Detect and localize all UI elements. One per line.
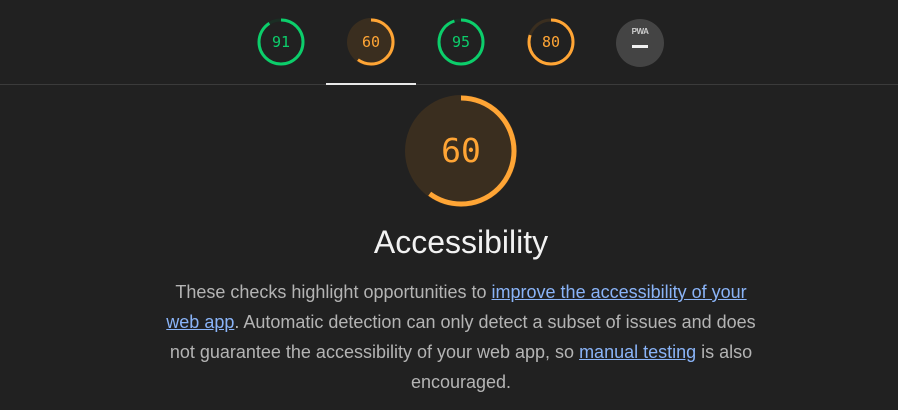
gauge-tab-best-practices[interactable]: 95 bbox=[416, 0, 506, 84]
category-score: 60 bbox=[441, 131, 481, 170]
gauge-score: 60 bbox=[361, 33, 381, 51]
description-text: These checks highlight opportunities to bbox=[175, 282, 492, 302]
gauge-tab-performance[interactable]: 91 bbox=[236, 0, 326, 84]
gauge-score: 80 bbox=[541, 33, 561, 51]
pwa-badge-icon[interactable]: PWA bbox=[616, 19, 664, 67]
category-gauge: 60 bbox=[404, 94, 518, 208]
gauge-tab-seo[interactable]: 80 bbox=[506, 0, 596, 84]
category-description: These checks highlight opportunities to … bbox=[160, 277, 762, 397]
gauge-score: 95 bbox=[451, 33, 471, 51]
gauge-tab-accessibility[interactable]: 60 bbox=[326, 0, 416, 84]
active-tab-indicator bbox=[326, 83, 416, 85]
pwa-label: PWA bbox=[631, 27, 649, 36]
category-score-tabs: 91 60 95 80 PWA bbox=[0, 0, 898, 85]
gauge-score: 91 bbox=[271, 33, 291, 51]
manual-testing-link[interactable]: manual testing bbox=[579, 342, 696, 362]
pwa-dash-icon bbox=[632, 45, 648, 48]
category-title: Accessibility bbox=[373, 224, 549, 260]
